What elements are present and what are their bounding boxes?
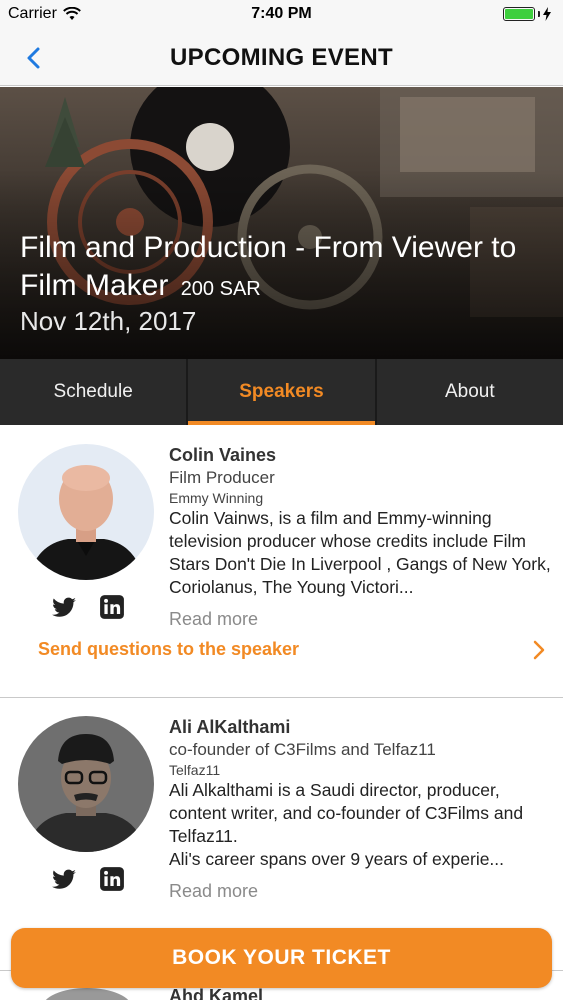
battery-icon bbox=[503, 7, 551, 21]
read-more-link[interactable]: Read more bbox=[169, 609, 554, 630]
event-price: 200 SAR bbox=[180, 278, 261, 300]
speaker-bio: Colin Vainws, is a film and Emmy-winning… bbox=[169, 508, 551, 597]
book-ticket-button[interactable]: BOOK YOUR TICKET bbox=[11, 928, 552, 988]
event-date: Nov 12th, 2017 bbox=[20, 306, 197, 336]
page-title: UPCOMING EVENT bbox=[170, 44, 393, 71]
status-bar: Carrier 7:40 PM bbox=[0, 0, 563, 30]
speaker-name: Ali AlKalthami bbox=[169, 717, 291, 737]
social-links bbox=[51, 594, 125, 620]
divider bbox=[0, 697, 563, 698]
tab-schedule[interactable]: Schedule bbox=[0, 359, 189, 425]
avatar bbox=[18, 716, 154, 852]
speaker-info: Colin Vaines Film Producer Emmy Winning … bbox=[169, 444, 554, 630]
speaker-tag: Emmy Winning bbox=[169, 490, 264, 506]
send-questions-label: Send questions to the speaker bbox=[38, 639, 300, 659]
navigation-bar: UPCOMING EVENT bbox=[0, 30, 563, 86]
status-time: 7:40 PM bbox=[251, 5, 312, 22]
tab-about[interactable]: About bbox=[377, 359, 563, 425]
send-questions-link[interactable]: Send questions to the speaker bbox=[38, 639, 548, 663]
speaker-photo bbox=[18, 716, 154, 852]
speaker-bio: Ali Alkalthami is a Saudi director, prod… bbox=[169, 780, 524, 869]
twitter-icon[interactable] bbox=[51, 594, 77, 620]
speaker-role: co-founder of C3Films and Telfaz11 bbox=[169, 740, 436, 759]
charging-icon bbox=[543, 7, 551, 21]
speaker-name: Colin Vaines bbox=[169, 445, 277, 465]
event-title: Film and Production - From Viewer to Fil… bbox=[20, 229, 540, 308]
speaker-info: Ali AlKalthami co-founder of C3Films and… bbox=[169, 716, 554, 902]
event-title-text: Film and Production - From Viewer to Fil… bbox=[20, 231, 517, 302]
read-more-link[interactable]: Read more bbox=[169, 881, 554, 902]
chevron-right-icon bbox=[533, 640, 545, 660]
event-hero-image: Film and Production - From Viewer to Fil… bbox=[0, 87, 563, 359]
linkedin-icon[interactable] bbox=[99, 594, 125, 620]
avatar bbox=[42, 988, 132, 1000]
twitter-icon[interactable] bbox=[51, 866, 77, 892]
speaker-role: Film Producer bbox=[169, 468, 275, 487]
tab-speakers[interactable]: Speakers bbox=[188, 359, 377, 425]
speaker-name: Ahd Kamel bbox=[169, 986, 264, 1000]
social-links bbox=[51, 866, 125, 892]
speaker-photo bbox=[18, 444, 154, 580]
tab-bar: Schedule Speakers About bbox=[0, 359, 563, 425]
linkedin-icon[interactable] bbox=[99, 866, 125, 892]
speaker-tag: Telfaz11 bbox=[169, 762, 221, 778]
avatar bbox=[18, 444, 154, 580]
